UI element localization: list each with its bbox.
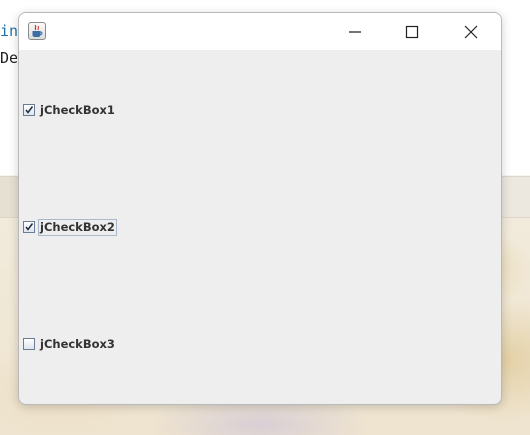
editor-code-line: in bbox=[0, 22, 18, 40]
checkbox-label[interactable]: jCheckBox1 bbox=[38, 102, 117, 119]
checkbox-label[interactable]: jCheckBox2 bbox=[38, 218, 117, 236]
minimize-button[interactable] bbox=[332, 13, 378, 50]
minimize-icon bbox=[349, 31, 361, 33]
java-swing-window: jCheckBox1 jCheckBox2 jCheckBox3 bbox=[18, 12, 502, 405]
checkmark-icon bbox=[25, 223, 34, 231]
checkmark-icon bbox=[25, 106, 34, 114]
checkbox-label[interactable]: jCheckBox3 bbox=[38, 336, 117, 353]
checkbox-box[interactable] bbox=[23, 221, 35, 233]
maximize-button[interactable] bbox=[389, 13, 435, 50]
jcheckbox1[interactable]: jCheckBox1 bbox=[23, 101, 117, 119]
maximize-icon bbox=[405, 25, 419, 39]
title-bar[interactable] bbox=[19, 13, 501, 50]
editor-gutter bbox=[0, 177, 20, 217]
close-icon bbox=[464, 25, 478, 39]
jcheckbox3[interactable]: jCheckBox3 bbox=[23, 335, 117, 353]
content-pane: jCheckBox1 jCheckBox2 jCheckBox3 bbox=[19, 50, 501, 404]
java-app-icon[interactable] bbox=[28, 22, 46, 40]
editor-code-line: Der bbox=[0, 49, 18, 67]
checkbox-box[interactable] bbox=[23, 338, 35, 350]
close-button[interactable] bbox=[448, 13, 494, 50]
checkbox-box[interactable] bbox=[23, 104, 35, 116]
jcheckbox2[interactable]: jCheckBox2 bbox=[23, 218, 117, 236]
